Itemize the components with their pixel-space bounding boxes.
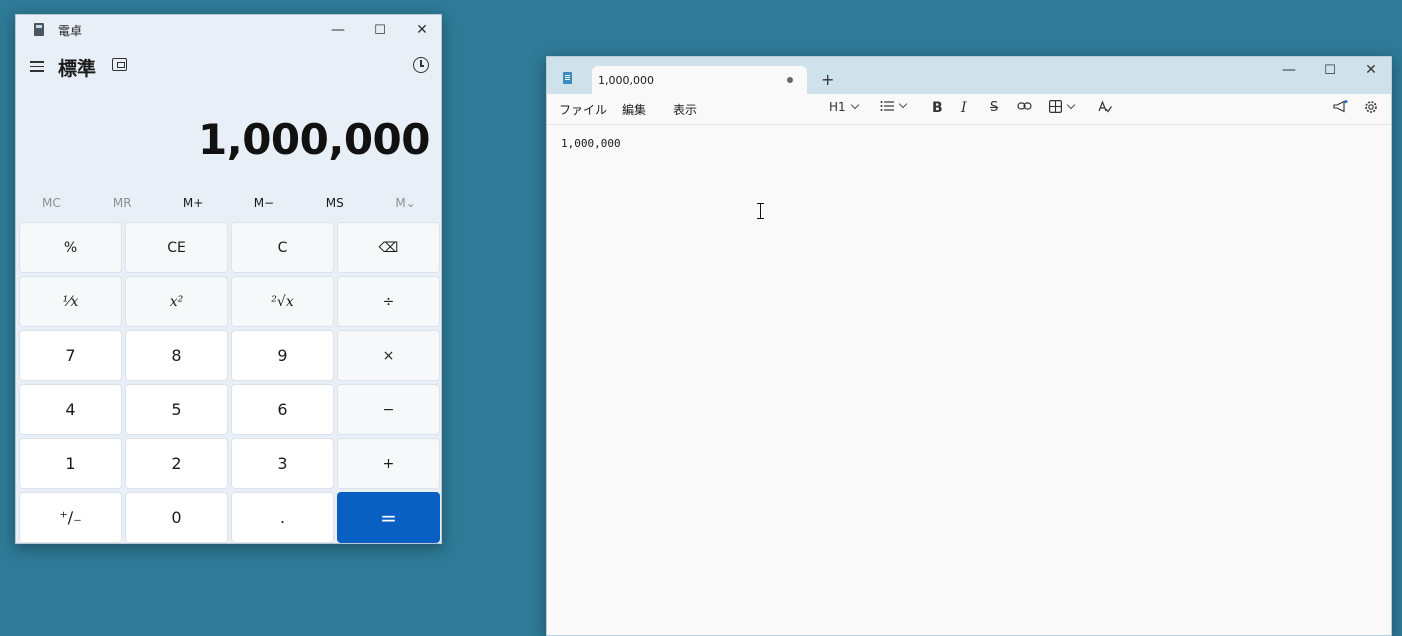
maximize-button[interactable]: ☐ xyxy=(359,15,401,45)
tab-document[interactable]: 1,000,000 xyxy=(592,66,807,94)
calculator-title: 電卓 xyxy=(58,24,83,38)
digit-7-button[interactable]: 7 xyxy=(19,330,122,381)
square-root-button[interactable]: ²√x xyxy=(231,276,334,327)
table-dropdown[interactable] xyxy=(1049,100,1076,113)
unsaved-dot-icon[interactable] xyxy=(787,77,793,83)
list-dropdown[interactable] xyxy=(880,99,908,112)
digit-9-button[interactable]: 9 xyxy=(231,330,334,381)
tab-title: 1,000,000 xyxy=(598,74,654,87)
square-root-label: ²√x xyxy=(271,293,294,310)
decimal-button[interactable]: . xyxy=(231,492,334,543)
menu-edit[interactable]: 編集 xyxy=(622,101,646,118)
text-cursor-icon xyxy=(757,203,764,219)
memory-add-button[interactable]: M+ xyxy=(158,195,229,219)
plus-button[interactable]: + xyxy=(337,438,440,489)
history-icon[interactable] xyxy=(413,57,429,73)
calculator-app-icon xyxy=(34,23,44,36)
memory-subtract-button[interactable]: M− xyxy=(228,195,299,219)
memory-bar: MC MR M+ M− MS M⌄ xyxy=(16,195,441,219)
notepad-close-button[interactable]: ✕ xyxy=(1350,57,1392,83)
percent-button[interactable]: % xyxy=(19,222,122,273)
digit-0-button[interactable]: 0 xyxy=(125,492,228,543)
equals-button[interactable]: = xyxy=(337,492,440,543)
calculator-display: 1,000,000 xyxy=(198,115,430,164)
clear-formatting-icon xyxy=(1098,100,1112,113)
clear-button[interactable]: C xyxy=(231,222,334,273)
reciprocal-label: ¹⁄x xyxy=(62,293,79,310)
clear-formatting-button[interactable] xyxy=(1098,100,1112,113)
new-tab-button[interactable]: + xyxy=(821,70,834,89)
notepad-tabbar: 1,000,000 + — ☐ ✕ xyxy=(547,57,1391,94)
square-button[interactable]: x² xyxy=(125,276,228,327)
digit-1-button[interactable]: 1 xyxy=(19,438,122,489)
memory-list-button[interactable]: M⌄ xyxy=(370,195,441,219)
clear-entry-button[interactable]: CE xyxy=(125,222,228,273)
digit-3-button[interactable]: 3 xyxy=(231,438,334,489)
digit-4-button[interactable]: 4 xyxy=(19,384,122,435)
announcement-button[interactable] xyxy=(1333,100,1348,113)
menu-view[interactable]: 表示 xyxy=(673,101,697,118)
chevron-down-icon xyxy=(850,100,859,110)
notepad-app-icon xyxy=(563,72,572,84)
notepad-maximize-button[interactable]: ☐ xyxy=(1309,57,1351,83)
notepad-menubar: ファイル 編集 表示 H1 B I S xyxy=(547,94,1391,125)
settings-button[interactable] xyxy=(1364,100,1378,114)
square-label: x² xyxy=(169,293,184,310)
link-icon xyxy=(1017,102,1032,110)
memory-recall-button[interactable]: MR xyxy=(87,195,158,219)
close-button[interactable]: ✕ xyxy=(401,15,443,45)
link-button[interactable] xyxy=(1017,100,1032,112)
backspace-button[interactable]: ⌫ xyxy=(337,222,440,273)
negate-button[interactable]: ⁺∕₋ xyxy=(19,492,122,543)
keep-on-top-icon[interactable] xyxy=(112,58,127,71)
italic-button[interactable]: I xyxy=(961,100,967,116)
table-icon xyxy=(1049,100,1062,113)
chevron-down-icon xyxy=(1066,100,1076,109)
hamburger-menu-icon[interactable] xyxy=(30,58,44,75)
minimize-button[interactable]: — xyxy=(317,15,359,45)
keypad: % CE C ⌫ ¹⁄x x² ²√x ÷ 7 8 9 × 4 5 6 − 1 … xyxy=(19,222,440,543)
list-icon xyxy=(880,101,894,111)
multiply-button[interactable]: × xyxy=(337,330,440,381)
bold-button[interactable]: B xyxy=(932,100,943,116)
strikethrough-button[interactable]: S xyxy=(990,100,998,115)
editor-text[interactable]: 1,000,000 xyxy=(561,137,621,150)
heading-label: H1 xyxy=(829,100,846,114)
digit-6-button[interactable]: 6 xyxy=(231,384,334,435)
notepad-minimize-button[interactable]: — xyxy=(1268,57,1310,83)
divide-button[interactable]: ÷ xyxy=(337,276,440,327)
reciprocal-button[interactable]: ¹⁄x xyxy=(19,276,122,327)
memory-clear-button[interactable]: MC xyxy=(16,195,87,219)
calculator-window: 電卓 — ☐ ✕ 標準 1,000,000 MC MR M+ M− MS M⌄ … xyxy=(15,14,442,544)
memory-store-button[interactable]: MS xyxy=(299,195,370,219)
digit-8-button[interactable]: 8 xyxy=(125,330,228,381)
megaphone-icon xyxy=(1333,100,1348,113)
calculator-titlebar: 電卓 — ☐ ✕ xyxy=(16,15,441,45)
menu-file[interactable]: ファイル xyxy=(559,101,607,118)
minus-button[interactable]: − xyxy=(337,384,440,435)
mode-title: 標準 xyxy=(58,58,97,80)
calculator-nav: 標準 xyxy=(16,51,441,81)
digit-2-button[interactable]: 2 xyxy=(125,438,228,489)
gear-icon xyxy=(1365,101,1377,113)
digit-5-button[interactable]: 5 xyxy=(125,384,228,435)
notepad-window: 1,000,000 + — ☐ ✕ ファイル 編集 表示 H1 B I S 1,… xyxy=(546,56,1392,636)
chevron-down-icon xyxy=(898,99,908,109)
heading-dropdown[interactable]: H1 xyxy=(829,100,859,114)
